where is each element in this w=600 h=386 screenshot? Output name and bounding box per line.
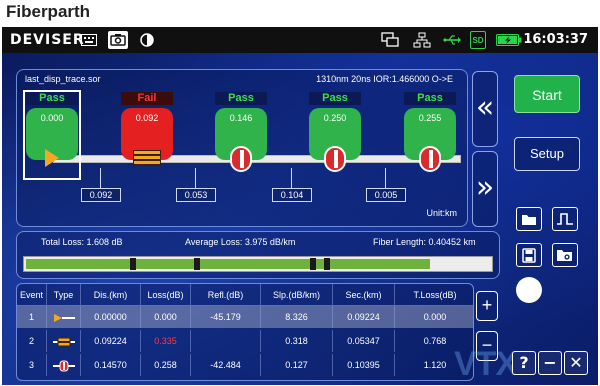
- splice-type-icon: [47, 330, 81, 352]
- event-status: Fail: [121, 92, 173, 105]
- overview-event-mark: [310, 258, 316, 270]
- event-distance: 0.250: [323, 113, 347, 123]
- event-status: Pass: [215, 92, 267, 105]
- segment-distance: 0.053: [176, 188, 216, 202]
- close-button[interactable]: ✕: [564, 351, 588, 375]
- column-header: Loss(dB): [141, 284, 191, 306]
- otdr-screen: DEVISER SD 16:03:37 last_disp_trace.sor …: [2, 27, 598, 385]
- total-loss-cell: 0.000: [423, 312, 447, 322]
- event-distance: 0.146: [229, 113, 253, 123]
- contrast-icon[interactable]: [138, 31, 156, 49]
- event-distance: 0.255: [418, 113, 442, 123]
- zoom-in-button[interactable]: +: [476, 291, 498, 321]
- average-loss: Average Loss: 3.975 dB/km: [185, 237, 296, 247]
- summary-panel: Total Loss: 1.608 dB Average Loss: 3.975…: [16, 231, 500, 279]
- splice-icon: [133, 150, 161, 166]
- distance-cell: 0.09224: [81, 330, 141, 352]
- loss-cell: 0.000: [141, 306, 191, 328]
- event-distance: 0.000: [40, 113, 64, 123]
- slope-cell: 0.127: [261, 354, 333, 376]
- keyboard-icon[interactable]: [80, 31, 98, 49]
- launch-icon: [45, 149, 59, 167]
- event-number: 1: [17, 306, 47, 328]
- total-loss: Total Loss: 1.608 dB: [41, 237, 123, 247]
- slope-cell: 8.326: [261, 306, 333, 328]
- launch-type-icon: [47, 306, 81, 328]
- overview-event-mark: [324, 258, 330, 270]
- open-folder-icon[interactable]: [516, 207, 542, 231]
- column-header: Sec.(km): [333, 284, 395, 306]
- event-number: 3: [17, 354, 47, 376]
- trace-parameters: 1310nm 20ns IOR:1.466000 O->E: [316, 74, 453, 84]
- distance-tick: [195, 168, 196, 188]
- connector-type-icon: [47, 354, 81, 376]
- trace-overview-bar[interactable]: [23, 256, 493, 272]
- distance-tick: [385, 168, 386, 188]
- start-button[interactable]: Start: [514, 75, 580, 113]
- pulse-mode-icon[interactable]: [552, 207, 578, 231]
- fiber-length: Fiber Length: 0.40452 km: [373, 237, 476, 247]
- loss-cell: 0.335: [141, 330, 191, 352]
- overview-event-mark: [194, 258, 200, 270]
- usb-icon: [442, 31, 462, 49]
- section-cell: 0.09224: [333, 306, 395, 328]
- column-header: Event: [17, 284, 47, 306]
- segment-distance: 0.092: [81, 188, 121, 202]
- camera-icon[interactable]: [108, 31, 128, 49]
- reflectance-cell: -45.179: [191, 306, 261, 328]
- battery-charging-icon: [496, 31, 522, 49]
- event-number: 2: [17, 330, 47, 352]
- column-header: T.Loss(dB): [395, 284, 473, 306]
- segment-distance: 0.104: [272, 188, 312, 202]
- watermark-logo: VTX: [454, 345, 518, 383]
- event-status: Pass: [26, 92, 78, 105]
- connector-icon: [419, 146, 441, 172]
- distance-cell: 0.00000: [81, 306, 141, 328]
- column-header: Slp.(dB/km): [261, 284, 333, 306]
- next-page-button[interactable]: »: [472, 151, 498, 227]
- trace-filename: last_disp_trace.sor: [25, 74, 101, 84]
- table-row[interactable]: 1 0.00000 0.000 -45.179 8.326 0.09224 0.…: [17, 306, 473, 328]
- reflectance-cell: [191, 330, 261, 352]
- distance-cell: 0.14570: [81, 354, 141, 376]
- table-row[interactable]: 2 0.09224 0.335 0.318 0.05347 0.768: [17, 330, 473, 352]
- brand-logo: DEVISER: [10, 32, 85, 48]
- network-icon: [412, 31, 432, 49]
- unit-label: Unit:km: [426, 208, 457, 218]
- column-header: Dis.(km): [81, 284, 141, 306]
- table-row[interactable]: 3 0.14570 0.258 -42.484 0.127 0.10395 1.…: [17, 354, 473, 376]
- segment-distance: 0.005: [366, 188, 406, 202]
- distance-tick: [291, 168, 292, 188]
- slope-cell: 0.318: [261, 330, 333, 352]
- connector-icon: [324, 146, 346, 172]
- setup-button[interactable]: Setup: [514, 137, 580, 171]
- sd-card-icon: SD: [470, 31, 486, 49]
- save-icon[interactable]: [516, 243, 542, 267]
- event-distance: 0.092: [135, 113, 159, 123]
- page-title: Fiberparth: [6, 2, 91, 21]
- status-bar: DEVISER SD 16:03:37: [2, 27, 598, 53]
- loss-cell: 0.258: [141, 354, 191, 376]
- column-header: Type: [47, 284, 81, 306]
- column-header: Refl.(dB): [191, 284, 261, 306]
- event-status: Pass: [309, 92, 361, 105]
- table-header: Event Type Dis.(km) Loss(dB) Refl.(dB) S…: [17, 284, 473, 306]
- distance-tick: [100, 168, 101, 188]
- event-status: Pass: [404, 92, 456, 105]
- section-cell: 0.05347: [333, 330, 395, 352]
- connector-icon: [230, 146, 252, 172]
- overview-fill: [26, 259, 430, 269]
- clock: 16:03:37: [523, 32, 588, 47]
- overview-event-mark: [130, 258, 136, 270]
- previous-page-button[interactable]: «: [472, 71, 498, 147]
- minimize-button[interactable]: −: [538, 351, 562, 375]
- trace-panel[interactable]: last_disp_trace.sor 1310nm 20ns IOR:1.46…: [16, 69, 468, 227]
- event-table: Event Type Dis.(km) Loss(dB) Refl.(dB) S…: [16, 283, 474, 381]
- section-cell: 0.10395: [333, 354, 395, 376]
- help-button[interactable]: ?: [512, 351, 536, 375]
- reflectance-cell: -42.484: [191, 354, 261, 376]
- remote-desktop-icon[interactable]: [380, 31, 400, 49]
- settings-folder-icon[interactable]: [552, 243, 578, 267]
- record-button[interactable]: [516, 277, 542, 303]
